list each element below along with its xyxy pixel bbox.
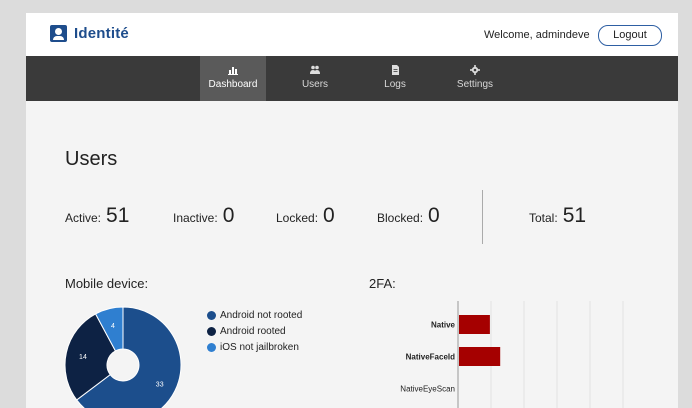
stat-inactive: Inactive: 0 [173, 204, 234, 228]
stat-value: 0 [222, 204, 235, 227]
nav-settings-label: Settings [456, 79, 494, 90]
logo-icon [50, 25, 67, 42]
legend-label: Android not rooted [220, 309, 303, 321]
donut-slice-label: 4 [111, 323, 115, 330]
legend-label: Android rooted [220, 325, 286, 337]
legend-label: iOS not jailbroken [220, 341, 299, 353]
bar[interactable] [459, 347, 501, 366]
stat-label: Active: [65, 211, 102, 225]
bar[interactable] [459, 315, 490, 334]
stats-divider [482, 190, 483, 244]
logo[interactable]: Identité [50, 25, 129, 42]
top-header: Identité Welcome, admindevelopl Logout [26, 13, 678, 56]
legend-swatch [207, 310, 216, 320]
stat-label: Total: [529, 211, 558, 225]
nav-dashboard[interactable]: Dashboard [200, 56, 266, 101]
bar-chart-icon [228, 67, 238, 75]
nav-users-label: Users [301, 79, 329, 90]
stat-value: 51 [562, 204, 587, 227]
logout-button[interactable]: Logout [598, 25, 662, 46]
logo-text: Identité [74, 25, 129, 42]
stat-value: 0 [428, 204, 440, 227]
mobile-device-legend: Android not rooted Android rooted iOS no… [207, 307, 302, 355]
twofa-bar-chart: Native NativeFaceId NativeEyeScan [400, 301, 624, 408]
main-nav: Dashboard Users Logs Settings [26, 56, 678, 101]
bar-category-label: Native [431, 321, 456, 330]
bar-category-label: NativeFaceId [406, 353, 455, 362]
nav-logs[interactable]: Logs [362, 56, 428, 101]
twofa-title: 2FA: [369, 276, 396, 291]
document-icon [392, 65, 399, 75]
donut-slice-label: 33 [156, 381, 164, 388]
nav-logs-label: Logs [384, 79, 406, 90]
legend-item[interactable]: Android rooted [207, 323, 302, 339]
donut-slice-label: 14 [79, 354, 87, 361]
nav-dashboard-label: Dashboard [208, 79, 258, 90]
nav-settings[interactable]: Settings [442, 56, 508, 101]
stat-active: Active: 51 [65, 204, 129, 228]
page-title: Users [65, 148, 118, 170]
mobile-device-title: Mobile device: [65, 276, 149, 291]
stat-blocked: Blocked: 0 [377, 204, 440, 228]
stat-label: Blocked: [377, 211, 424, 225]
users-icon [310, 65, 320, 74]
mobile-device-donut-chart: 33 14 4 [64, 306, 182, 408]
dashboard-content: Users Active: 51 Inactive: 0 Locked: 0 B… [26, 101, 678, 408]
bar-category-label: NativeEyeScan [400, 385, 455, 394]
app-window: Identité Welcome, admindevelopl Logout D… [26, 13, 678, 408]
stat-value: 51 [106, 204, 130, 227]
gear-icon [470, 65, 480, 75]
stat-value: 0 [323, 204, 335, 227]
legend-item[interactable]: Android not rooted [207, 307, 302, 323]
stat-total: Total: 51 [529, 204, 586, 228]
legend-item[interactable]: iOS not jailbroken [207, 339, 302, 355]
stat-locked: Locked: 0 [276, 204, 335, 228]
legend-swatch [207, 326, 216, 336]
legend-swatch [207, 342, 216, 352]
nav-users[interactable]: Users [282, 56, 348, 101]
welcome-text: Welcome, admindevelopl [484, 29, 590, 41]
stat-label: Inactive: [173, 211, 218, 225]
stat-label: Locked: [276, 211, 319, 225]
